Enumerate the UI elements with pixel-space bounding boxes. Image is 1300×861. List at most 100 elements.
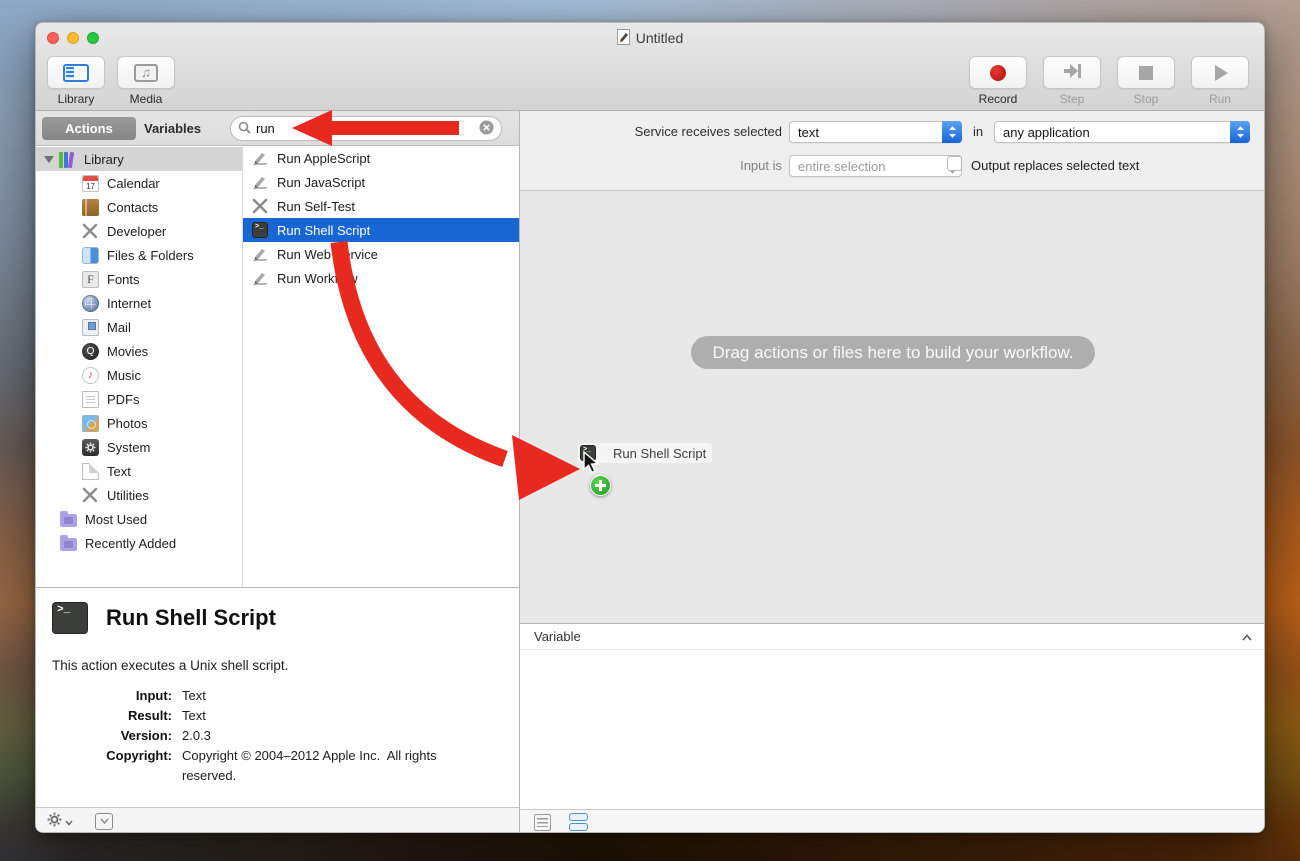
library-icon (63, 64, 89, 82)
smart-folder-icon (60, 514, 77, 527)
system-icon (82, 439, 99, 456)
sidebar-item-internet[interactable]: Internet (36, 291, 242, 315)
sidebar-item-library[interactable]: Library (36, 147, 242, 171)
hide-description-button[interactable] (95, 813, 113, 830)
library-books-icon (59, 151, 76, 168)
variable-column-header[interactable]: Variable (520, 624, 1265, 650)
titlebar[interactable]: Untitled (36, 23, 1264, 53)
description-field-input: Input:Text (36, 686, 506, 706)
window-title: Untitled (636, 30, 683, 46)
run-button-label: Run (1209, 92, 1231, 106)
description-field-copyright: Copyright:Copyright © 2004–2012 Apple In… (36, 746, 506, 786)
sidebar-item-label: Library (84, 152, 124, 167)
library-button-label: Library (58, 92, 95, 106)
result-run-shell-script[interactable]: Run Shell Script (243, 218, 519, 242)
sidebar-item-recently-added[interactable]: Recently Added (36, 531, 242, 555)
stop-icon (1139, 66, 1153, 80)
sidebar-item-system[interactable]: System (36, 435, 242, 459)
toolbar: Library ♫ Media Record Step (36, 53, 1264, 111)
library-button[interactable]: Library (46, 56, 106, 106)
photos-icon (82, 415, 99, 432)
search-input[interactable] (256, 121, 479, 136)
search-clear-icon[interactable] (479, 120, 494, 138)
gear-icon (47, 812, 62, 830)
media-button[interactable]: ♫ Media (116, 56, 176, 106)
output-replaces-checkbox[interactable] (947, 156, 962, 171)
input-mode-popup[interactable]: entire selection (789, 155, 962, 177)
description-title: Run Shell Script (106, 605, 276, 631)
description-field-result: Result:Text (36, 706, 506, 726)
workflow-canvas[interactable]: Drag actions or files here to build your… (520, 191, 1265, 623)
library-bottom-bar (36, 807, 519, 833)
copy-plus-badge-icon (590, 475, 611, 496)
crossed-tools-icon (252, 198, 268, 214)
sidebar-item-photos[interactable]: Photos (36, 411, 242, 435)
sidebar-item-pdfs[interactable]: PDFs (36, 387, 242, 411)
record-icon (990, 65, 1006, 81)
pdfs-icon (82, 391, 99, 408)
result-run-workflow[interactable]: Run Workflow (243, 266, 519, 290)
sidebar-item-developer[interactable]: Developer (36, 219, 242, 243)
internet-icon (82, 295, 99, 312)
music-icon: ♪ (82, 367, 99, 384)
action-results-list: Run AppleScript Run JavaScript Run Self-… (243, 146, 519, 587)
record-button[interactable]: Record (968, 56, 1028, 106)
sidebar-item-most-used[interactable]: Most Used (36, 507, 242, 531)
output-replaces-label: Output replaces selected text (971, 158, 1139, 173)
step-button-label: Step (1060, 92, 1085, 106)
smart-folder-icon (60, 538, 77, 551)
search-icon (238, 121, 251, 137)
service-options-bar: Service receives selected text in any ap… (520, 111, 1265, 191)
chevron-down-icon (65, 814, 73, 829)
variable-row (520, 696, 1265, 719)
sidebar-item-mail[interactable]: Mail (36, 315, 242, 339)
sidebar-item-fonts[interactable]: FFonts (36, 267, 242, 291)
result-run-self-test[interactable]: Run Self-Test (243, 194, 519, 218)
action-description-panel: Run Shell Script This action executes a … (36, 587, 519, 807)
mail-icon (82, 319, 99, 336)
result-run-web-service[interactable]: Run Web Service (243, 242, 519, 266)
action-menu-button[interactable] (47, 812, 73, 830)
stop-button-label: Stop (1134, 92, 1159, 106)
sidebar-item-movies[interactable]: QMovies (36, 339, 242, 363)
run-button[interactable]: Run (1190, 56, 1250, 106)
application-popup[interactable]: any application (994, 121, 1250, 143)
document-proxy-icon[interactable] (617, 29, 630, 48)
stepper-icon (942, 121, 962, 143)
tab-actions[interactable]: Actions (42, 117, 136, 140)
variable-panel: Variable (520, 623, 1265, 809)
description-summary: This action executes a Unix shell script… (52, 658, 288, 673)
sidebar-item-files-folders[interactable]: Files & Folders (36, 243, 242, 267)
media-button-label: Media (130, 92, 163, 106)
calendar-icon: 17 (82, 175, 99, 192)
stepper-icon (1230, 121, 1250, 143)
show-variables-view-button[interactable] (569, 813, 588, 831)
drop-hint-pill: Drag actions or files here to build your… (691, 336, 1095, 369)
sidebar-item-calendar[interactable]: 17Calendar (36, 171, 242, 195)
sidebar-item-music[interactable]: ♪Music (36, 363, 242, 387)
files-folders-icon (82, 247, 99, 264)
disclosure-triangle-icon[interactable] (44, 156, 54, 163)
variable-row (520, 673, 1265, 696)
service-type-popup[interactable]: text (789, 121, 962, 143)
show-description-view-button[interactable] (534, 814, 551, 831)
result-run-applescript[interactable]: Run AppleScript (243, 146, 519, 170)
tab-variables[interactable]: Variables (144, 117, 201, 140)
stop-button[interactable]: Stop (1116, 56, 1176, 106)
library-tabs-row: Actions Variables (36, 111, 519, 146)
sidebar-item-contacts[interactable]: Contacts (36, 195, 242, 219)
sort-chevron-up-icon (1242, 629, 1252, 644)
sidebar-item-utilities[interactable]: Utilities (36, 483, 242, 507)
variable-row (520, 765, 1265, 788)
sidebar-item-text[interactable]: Text (36, 459, 242, 483)
variable-row (520, 650, 1265, 673)
terminal-icon-large (52, 602, 88, 634)
action-search-field[interactable] (230, 116, 502, 141)
mouse-cursor-icon (583, 451, 600, 478)
automator-window: Untitled Library ♫ Media Record (35, 22, 1265, 833)
script-icon (252, 270, 268, 286)
record-button-label: Record (979, 92, 1018, 106)
step-button[interactable]: Step (1042, 56, 1102, 106)
developer-icon (82, 223, 99, 240)
result-run-javascript[interactable]: Run JavaScript (243, 170, 519, 194)
